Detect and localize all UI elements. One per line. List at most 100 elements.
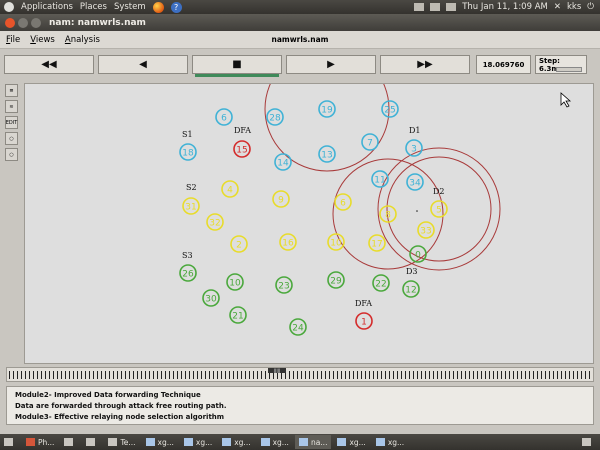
- network-node[interactable]: 8: [379, 205, 397, 223]
- places-menu[interactable]: Places: [80, 2, 107, 12]
- network-node[interactable]: 29: [327, 271, 345, 289]
- close-window-button[interactable]: [5, 17, 15, 28]
- step-back-button[interactable]: ◀: [98, 55, 188, 74]
- desktop: Applications Places System ? Thu Jan 11,…: [0, 0, 600, 450]
- stop-button[interactable]: ■: [192, 55, 282, 77]
- analysis-menu[interactable]: Analysis: [65, 35, 100, 45]
- network-node[interactable]: 11: [371, 170, 389, 188]
- taskbar-item[interactable]: [60, 435, 80, 449]
- network-node[interactable]: 24: [289, 318, 307, 336]
- help-icon[interactable]: ?: [170, 1, 182, 13]
- network-node[interactable]: 2: [230, 235, 248, 253]
- minimize-window-button[interactable]: [18, 17, 28, 28]
- edit-tool[interactable]: EDIT: [5, 116, 18, 129]
- node-id: 12: [405, 286, 416, 296]
- window-title: nam: namwrls.nam: [49, 17, 146, 28]
- network-node[interactable]: 28: [266, 108, 284, 126]
- network-node[interactable]: 17: [368, 234, 386, 252]
- applications-menu[interactable]: Applications: [21, 2, 73, 12]
- node-id: 15: [236, 146, 247, 156]
- node-role-label: DFA: [355, 299, 372, 308]
- network-animation-canvas[interactable]: 6 28 19 25 18 15 7 3 14 13 11 34 4 31 9 6 5 32 8 33 2 16 10 17 0…: [24, 83, 594, 364]
- network-node[interactable]: 25: [381, 100, 399, 118]
- play-button[interactable]: ▶: [286, 55, 376, 74]
- left-toolbar: ≣ ≋ EDIT ○ ○: [5, 84, 20, 364]
- taskbar-item[interactable]: xg...: [142, 435, 178, 449]
- network-node[interactable]: 22: [372, 274, 390, 292]
- network-node[interactable]: 12: [402, 280, 420, 298]
- network-node[interactable]: 31: [182, 197, 200, 215]
- network-node[interactable]: 4: [221, 180, 239, 198]
- maximize-window-button[interactable]: [31, 17, 41, 28]
- top-panel: Applications Places System ? Thu Jan 11,…: [0, 0, 600, 14]
- view-tool-2[interactable]: ○: [5, 148, 18, 161]
- ubuntu-logo-icon[interactable]: [4, 2, 14, 12]
- taskbar-item[interactable]: xg...: [333, 435, 369, 449]
- network-node[interactable]: 9: [272, 190, 290, 208]
- taskbar-item[interactable]: na...: [294, 435, 332, 449]
- timeline-marker[interactable]: |||||: [268, 368, 286, 373]
- network-node[interactable]: 18: [179, 143, 197, 161]
- taskbar-item[interactable]: xg...: [218, 435, 254, 449]
- network-node[interactable]: 34: [406, 173, 424, 191]
- zoom-out-tool[interactable]: ≋: [5, 100, 18, 113]
- taskbar-item[interactable]: xg...: [180, 435, 216, 449]
- node-id: 11: [374, 176, 385, 186]
- window-icon: [183, 438, 193, 446]
- network-node[interactable]: 21: [229, 306, 247, 324]
- node-id: 29: [330, 277, 342, 287]
- rewind-button[interactable]: ◀◀: [4, 55, 94, 74]
- network-node[interactable]: 26: [179, 264, 197, 282]
- node-id: 13: [321, 151, 332, 161]
- step-slider[interactable]: [556, 67, 582, 72]
- node-id: 0: [415, 251, 421, 261]
- user-name[interactable]: kks: [567, 2, 581, 12]
- trash-icon[interactable]: [578, 435, 598, 449]
- network-node[interactable]: 3: [405, 139, 423, 157]
- network-node[interactable]: 30: [202, 289, 220, 307]
- taskbar-item[interactable]: xg...: [372, 435, 408, 449]
- volume-icon[interactable]: [446, 3, 457, 11]
- network-node[interactable]: 10: [327, 233, 345, 251]
- zoom-in-tool[interactable]: ≣: [5, 84, 18, 97]
- power-icon[interactable]: ⏻: [587, 2, 594, 12]
- network-node[interactable]: 16: [279, 233, 297, 251]
- network-node[interactable]: 7: [361, 133, 379, 151]
- file-menu[interactable]: File: [6, 35, 20, 45]
- taskbar-item-label: xg...: [157, 437, 174, 447]
- node-id: 17: [371, 240, 382, 250]
- mouse-pointer-icon: [560, 92, 572, 108]
- mail-icon[interactable]: [430, 3, 441, 11]
- network-node[interactable]: 14: [274, 153, 292, 171]
- network-node[interactable]: 1: [355, 312, 373, 330]
- network-node[interactable]: 32: [206, 213, 224, 231]
- network-node[interactable]: 13: [318, 145, 336, 163]
- network-node[interactable]: 6: [334, 193, 352, 211]
- network-node[interactable]: 15: [233, 140, 251, 158]
- taskbar-item[interactable]: [82, 435, 102, 449]
- taskbar-item-label: Te...: [120, 437, 136, 447]
- node-id: 1: [361, 318, 367, 328]
- taskbar-item[interactable]: Ph...: [22, 435, 58, 449]
- fast-forward-button[interactable]: ▶▶: [380, 55, 470, 74]
- clock[interactable]: Thu Jan 11, 1:09 AM: [462, 2, 548, 12]
- views-menu[interactable]: Views: [30, 35, 55, 45]
- annotation-panel[interactable]: Module2- Improved Data forwarding Techni…: [6, 386, 594, 425]
- timeline-slider[interactable]: |||||: [6, 367, 594, 382]
- network-node[interactable]: 33: [417, 221, 435, 239]
- firefox-icon[interactable]: [152, 1, 164, 13]
- network-node[interactable]: 19: [318, 100, 336, 118]
- network-icon[interactable]: [414, 3, 425, 11]
- network-node[interactable]: 5: [430, 200, 448, 218]
- node-id: 28: [269, 114, 281, 124]
- window-icon: [222, 438, 232, 446]
- node-id: 32: [209, 219, 220, 229]
- network-node[interactable]: 6: [215, 108, 233, 126]
- show-desktop-button[interactable]: [0, 435, 20, 449]
- taskbar-item[interactable]: xg...: [257, 435, 293, 449]
- network-node[interactable]: 23: [275, 276, 293, 294]
- system-menu[interactable]: System: [114, 2, 146, 12]
- taskbar-item[interactable]: Te...: [104, 435, 139, 449]
- view-tool-1[interactable]: ○: [5, 132, 18, 145]
- network-node[interactable]: 10: [226, 273, 244, 291]
